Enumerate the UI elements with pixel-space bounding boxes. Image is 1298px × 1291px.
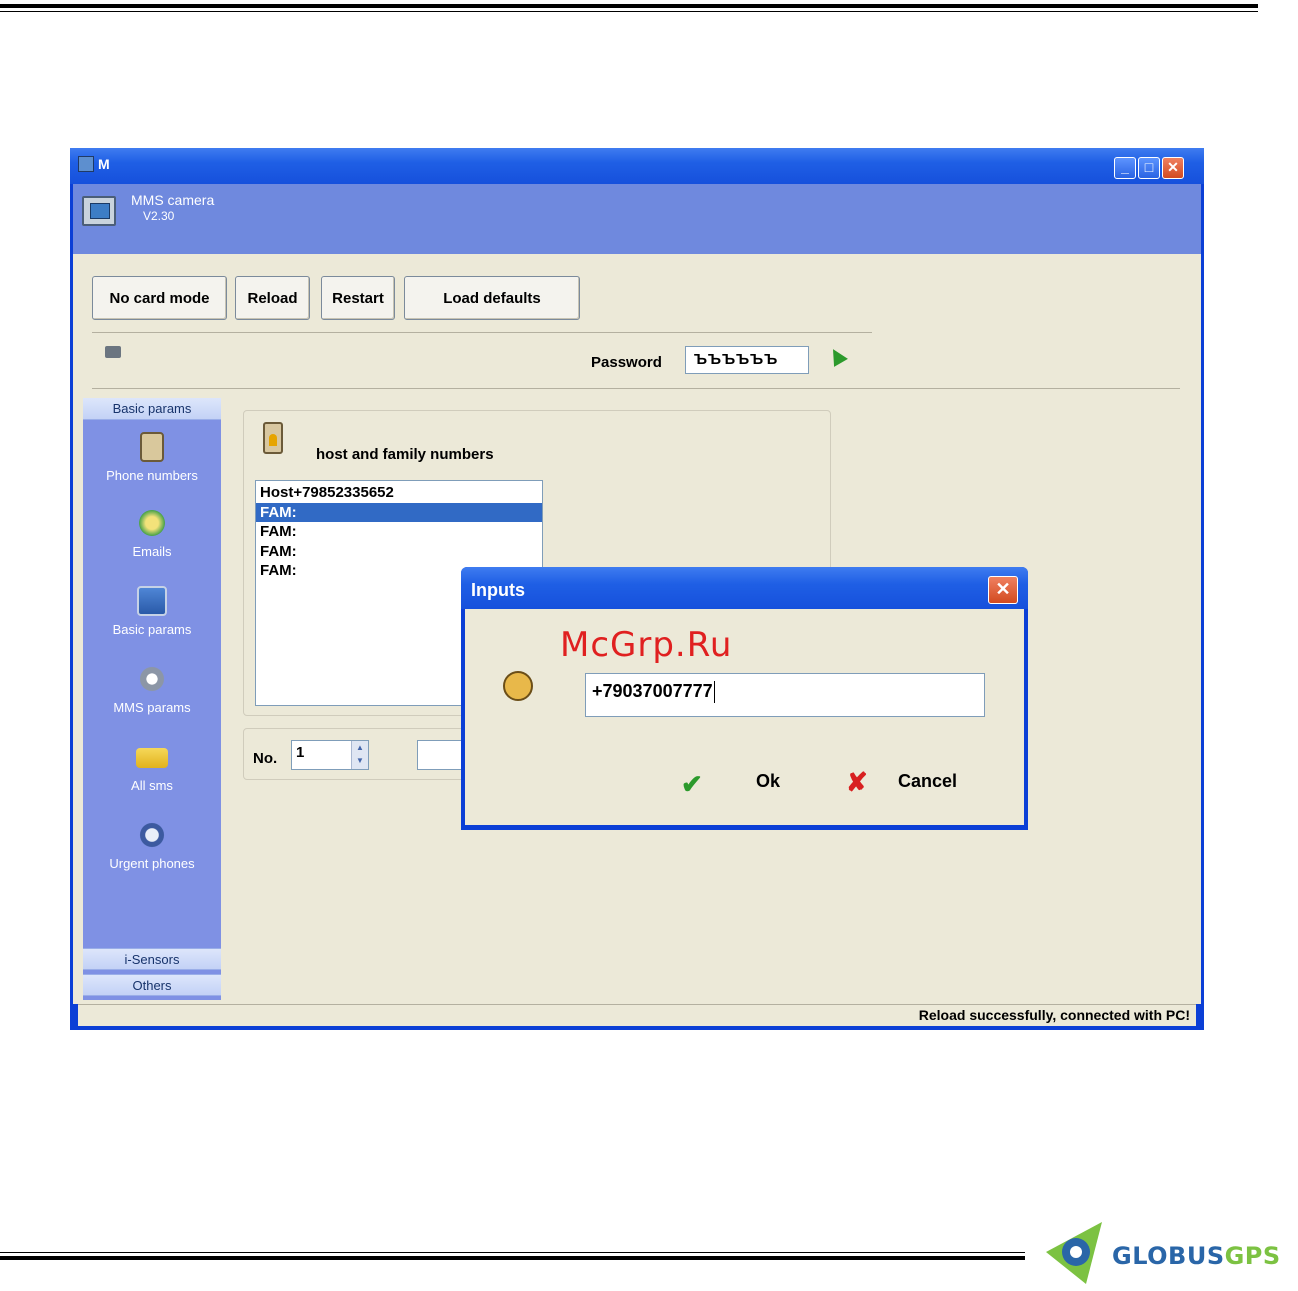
cancel-button[interactable]: Cancel bbox=[898, 771, 957, 792]
dialog-title-bar[interactable]: Inputs ✕ bbox=[461, 567, 1028, 609]
minimize-button[interactable]: _ bbox=[1114, 157, 1136, 179]
sidebar-item-label: Phone numbers bbox=[106, 468, 198, 483]
phone-icon bbox=[137, 820, 167, 850]
reload-button[interactable]: Reload bbox=[235, 276, 310, 320]
sidebar-item-label: All sms bbox=[131, 778, 173, 793]
sidebar-item-label: Emails bbox=[132, 544, 172, 559]
globusgps-logo-icon bbox=[1046, 1222, 1102, 1284]
sms-envelope-icon bbox=[136, 748, 168, 768]
group-title: host and family numbers bbox=[316, 446, 494, 463]
sidebar: Basic params Phone numbers Emails Basic … bbox=[83, 398, 221, 1000]
app-version: V2.30 bbox=[143, 209, 175, 223]
number-value-field[interactable] bbox=[417, 740, 467, 770]
app-small-icon bbox=[78, 156, 94, 172]
status-bar: Reload successfully, connected with PC! bbox=[78, 1004, 1196, 1026]
sidebar-item-basic-params[interactable]: Basic params bbox=[83, 586, 221, 637]
user-key-icon bbox=[503, 671, 533, 701]
gear-tools-icon bbox=[137, 664, 167, 694]
app-name: MMS camera bbox=[131, 192, 215, 208]
sidebar-section-others[interactable]: Others bbox=[83, 974, 221, 996]
globusgps-logo-text: GLOBUSGPS bbox=[1112, 1242, 1281, 1270]
watermark-text: McGrp.Ru bbox=[560, 625, 733, 665]
email-icon bbox=[137, 508, 167, 538]
sidebar-item-label: MMS params bbox=[113, 700, 191, 715]
bottom-rule-thick bbox=[0, 1256, 1025, 1260]
connection-icon bbox=[105, 346, 121, 358]
list-item[interactable]: FAM: bbox=[256, 542, 542, 562]
camera-device-icon bbox=[82, 196, 116, 226]
clipboard-icon bbox=[263, 422, 283, 454]
ok-button[interactable]: Ok bbox=[756, 771, 780, 792]
dialog-title: Inputs bbox=[471, 580, 525, 600]
sidebar-item-emails[interactable]: Emails bbox=[83, 508, 221, 559]
phone-input[interactable]: +79037007777 bbox=[585, 673, 985, 717]
sidebar-item-label: Urgent phones bbox=[109, 856, 195, 871]
spinner-arrows[interactable]: ▲ ▼ bbox=[351, 741, 368, 769]
top-rule-thick bbox=[0, 4, 1258, 8]
password-field[interactable]: ЪЪЪЪЪЪ bbox=[685, 346, 809, 374]
sidebar-item-urgent-phones[interactable]: Urgent phones bbox=[83, 820, 221, 871]
check-icon[interactable]: ✔ bbox=[681, 769, 703, 800]
no-card-mode-button[interactable]: No card mode bbox=[92, 276, 227, 320]
title-bar[interactable]: M _ □ ✕ bbox=[70, 148, 1204, 184]
password-label: Password bbox=[591, 354, 662, 371]
top-rule-thin bbox=[0, 11, 1258, 12]
sidebar-item-label: Basic params bbox=[112, 622, 192, 637]
close-button[interactable]: ✕ bbox=[1162, 157, 1184, 179]
phone-input-value: +79037007777 bbox=[592, 681, 713, 701]
window-title: M bbox=[98, 156, 110, 172]
apply-arrow-icon[interactable] bbox=[826, 345, 848, 367]
list-item[interactable]: FAM: bbox=[256, 522, 542, 542]
cancel-x-icon[interactable]: ✘ bbox=[846, 767, 868, 798]
dialog-close-button[interactable]: ✕ bbox=[988, 576, 1018, 604]
list-item[interactable]: Host+79852335652 bbox=[256, 483, 542, 503]
logo-globus: GLOBUS bbox=[1112, 1242, 1225, 1270]
toolbar-separator bbox=[92, 332, 872, 333]
header-separator bbox=[92, 388, 1180, 389]
clipboard-icon bbox=[140, 432, 164, 462]
sidebar-section-basic-params[interactable]: Basic params bbox=[83, 398, 221, 420]
sidebar-section-i-sensors[interactable]: i-Sensors bbox=[83, 948, 221, 970]
load-defaults-button[interactable]: Load defaults bbox=[404, 276, 580, 320]
sidebar-item-mms-params[interactable]: MMS params bbox=[83, 664, 221, 715]
dialog-body: McGrp.Ru +79037007777 ✔ Ok ✘ Cancel bbox=[465, 609, 1024, 825]
no-label: No. bbox=[253, 750, 278, 767]
sidebar-item-phone-numbers[interactable]: Phone numbers bbox=[83, 432, 221, 483]
sidebar-item-all-sms[interactable]: All sms bbox=[83, 742, 221, 793]
logo-gps: GPS bbox=[1224, 1242, 1281, 1270]
bottom-rule-thin bbox=[0, 1252, 1025, 1253]
maximize-button[interactable]: □ bbox=[1138, 157, 1160, 179]
list-item-selected[interactable]: FAM: bbox=[256, 502, 542, 522]
restart-button[interactable]: Restart bbox=[321, 276, 395, 320]
inputs-dialog: Inputs ✕ McGrp.Ru +79037007777 ✔ Ok ✘ Ca… bbox=[461, 567, 1028, 830]
settings-screen-icon bbox=[137, 586, 167, 616]
app-header: MMS camera V2.30 bbox=[73, 184, 1201, 254]
text-caret bbox=[713, 681, 715, 704]
